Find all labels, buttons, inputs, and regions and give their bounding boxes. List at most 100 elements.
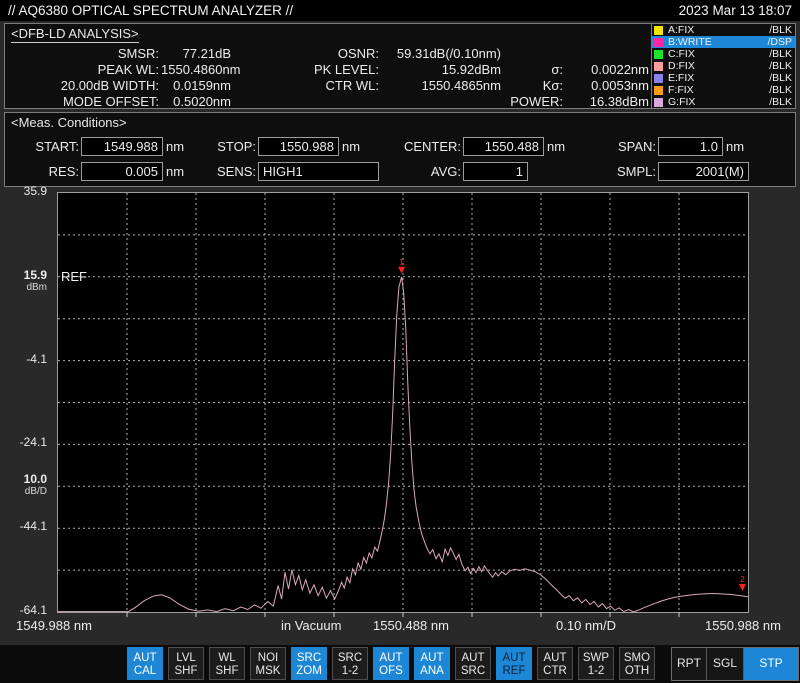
y-tick-label: -4.1 [0,352,47,366]
meas-title: <Meas. Conditions> [11,115,127,130]
stop-value[interactable]: 1550.988 [258,137,339,156]
smo-oth-button[interactable]: SMOOTH [619,647,655,680]
aut-src-button[interactable]: AUTSRC [455,647,491,680]
rpt-button[interactable]: RPT [672,648,707,680]
smpl-value[interactable]: 2001(M) [658,162,749,181]
sweep-control-group: RPT SGL STP [671,647,799,681]
analysis-value: 16.38dBm [565,94,651,110]
x-start-label: 1549.988 nm [16,618,92,633]
analysis-label: 20.00dB WIDTH: [11,78,161,94]
trace-row-c[interactable]: C:FIX /BLK [652,48,795,60]
field-span: SPAN: 1.0 nm [533,136,744,156]
trace-color-swatch [654,38,663,47]
field-stop: STOP: 1550.988 nm [135,136,360,156]
aut-ctr-button[interactable]: AUTCTR [537,647,573,680]
softkey-group: AUTCAL LVLSHF WLSHF NOIMSK SRCZOM SRC1-2… [127,647,660,680]
analysis-value: 15.92dBm [381,62,503,78]
analysis-label: Kσ: [503,78,565,94]
trace-status: /BLK [769,84,792,96]
lvl-shf-button[interactable]: LVLSHF [168,647,204,680]
trace-legend: A:FIX /BLK B:WRITE /DSP C:FIX /BLK D:FIX… [651,24,795,108]
analysis-label: POWER: [503,94,565,110]
field-label: RES: [7,164,79,179]
svg-text:2: 2 [740,575,745,584]
y-ref-level-label: 15.9 [0,268,47,282]
datetime: 2023 Mar 13 18:07 [679,3,792,18]
analysis-label: OSNR: [233,46,381,62]
sgl-button[interactable]: SGL [707,648,744,680]
y-unit-label: dBm [0,282,47,293]
analysis-label: SMSR: [11,46,161,62]
analysis-label [233,94,381,110]
ref-line-tag: REF [61,269,87,284]
stp-button[interactable]: STP [744,648,798,680]
svg-text:1: 1 [399,258,404,267]
trace-status: /BLK [769,72,792,84]
y-scale-unit: dB/D [0,486,47,497]
x-stop-label: 1550.988 nm [705,618,781,633]
trace-row-d[interactable]: D:FIX /BLK [652,60,795,72]
trace-row-g[interactable]: G:FIX /BLK [652,96,795,108]
trace-color-swatch [654,62,663,71]
trace-status: /BLK [769,60,792,72]
trace-label: B:WRITE [668,36,712,48]
y-tick-label: -44.1 [0,519,47,533]
wl-shf-button[interactable]: WLSHF [209,647,245,680]
meas-conditions-panel: <Meas. Conditions> START: 1549.988 nm ST… [4,112,796,187]
field-label: SMPL: [533,164,656,179]
field-label: START: [7,139,79,154]
x-axis-labels: 1549.988 nm in Vacuum 1550.488 nm 0.10 n… [0,618,800,642]
trace-label: A:FIX [668,24,694,36]
trace-row-f[interactable]: F:FIX /BLK [652,84,795,96]
field-label: STOP: [135,139,256,154]
aut-ref-button[interactable]: AUTREF [496,647,532,680]
x-vacuum-label: in Vacuum [281,618,341,633]
aut-ana-button[interactable]: AUTANA [414,647,450,680]
y-tick-label: -24.1 [0,435,47,449]
trace-row-b[interactable]: B:WRITE /DSP [652,36,795,48]
field-smpl: SMPL: 2001(M) [533,161,749,181]
analysis-label: PK LEVEL: [233,62,381,78]
trace-label: F:FIX [668,84,694,96]
src-1-2-button[interactable]: SRC1-2 [332,647,368,680]
field-label: CENTER: [335,139,461,154]
spectrum-trace-svg: 12 [58,193,748,612]
analysis-title: <DFB-LD ANALYSIS> [11,26,139,43]
trace-label: C:FIX [668,48,695,60]
field-label: SENS: [135,164,256,179]
analysis-results: SMSR: 77.21dB OSNR: 59.31dB(/0.10nm) PEA… [11,46,651,110]
field-label: SPAN: [533,139,656,154]
trace-row-a[interactable]: A:FIX /BLK [652,24,795,36]
noi-msk-button[interactable]: NOIMSK [250,647,286,680]
field-center: CENTER: 1550.488 nm [335,136,565,156]
y-scale-value: 10.0 [0,472,47,486]
trace-color-swatch [654,74,663,83]
trace-status: /BLK [769,96,792,108]
analysis-value: 0.0053nm [565,78,651,94]
aut-cal-button[interactable]: AUTCAL [127,647,163,680]
field-label: AVG: [335,164,461,179]
trace-color-swatch [654,50,663,59]
src-zom-button[interactable]: SRCZOM [291,647,327,680]
analysis-value: 0.0022nm [565,62,651,78]
analysis-label: CTR WL: [233,78,381,94]
trace-row-e[interactable]: E:FIX /BLK [652,72,795,84]
aut-ofs-button[interactable]: AUTOFS [373,647,409,680]
y-tick-label: -64.1 [0,603,47,617]
y-axis-labels: 35.9 15.9 dBm -4.1 -24.1 10.0 dB/D -44.1… [0,192,52,613]
analysis-label [503,46,565,62]
span-value[interactable]: 1.0 [658,137,723,156]
trace-status: /DSP [767,36,792,48]
trace-color-swatch [654,86,663,95]
trace-color-swatch [654,98,663,107]
swp-1-2-button[interactable]: SWP1-2 [578,647,614,680]
analysis-label: σ: [503,62,565,78]
avg-value[interactable]: 1 [463,162,528,181]
app-title: // AQ6380 OPTICAL SPECTRUM ANALYZER // [8,3,293,18]
spectrum-plot: 12 REF [57,192,749,613]
trace-label: G:FIX [668,96,695,108]
analysis-value [565,46,651,62]
center-value[interactable]: 1550.488 [463,137,544,156]
analysis-value: 1550.4865nm [381,78,503,94]
x-per-div-label: 0.10 nm/D [556,618,616,633]
